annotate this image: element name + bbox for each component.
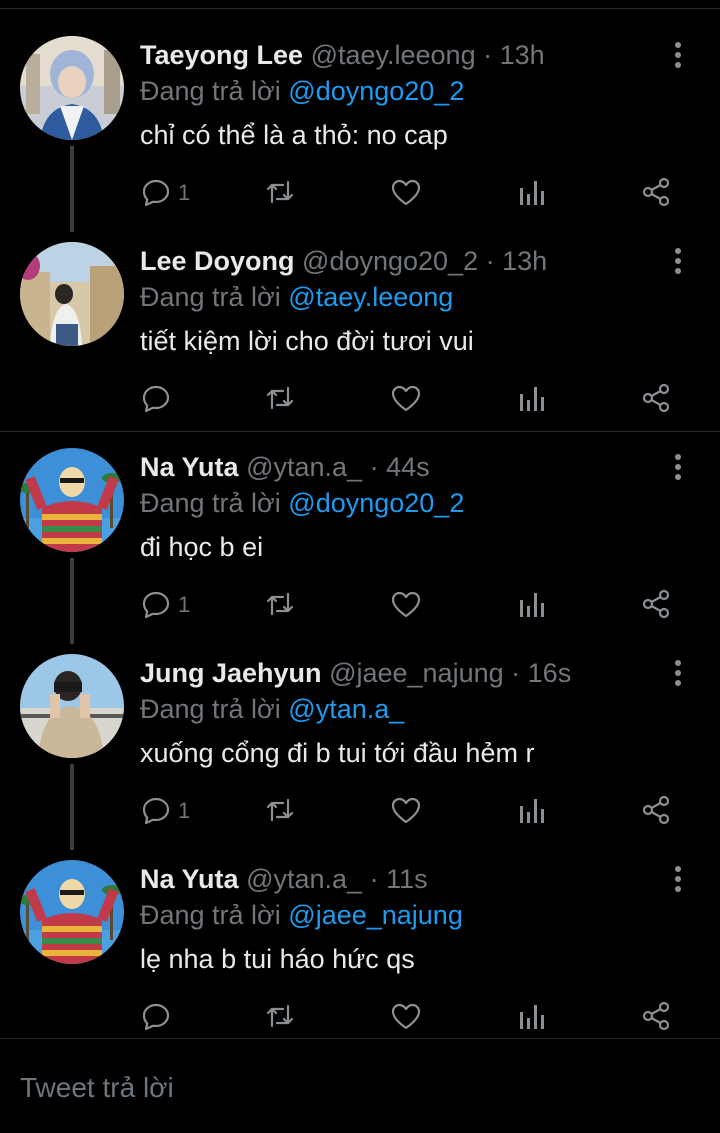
timestamp[interactable]: 13h — [502, 246, 547, 276]
share-icon — [642, 383, 670, 413]
replying-to-label: Đang trả lời — [140, 282, 281, 312]
tweet-text: tiết kiệm lời cho đời tươi vui — [140, 326, 474, 356]
display-name[interactable]: Na Yuta — [140, 864, 239, 894]
reply-icon — [142, 1003, 170, 1031]
display-name[interactable]: Jung Jaehyun — [140, 658, 322, 688]
like-button[interactable] — [390, 996, 430, 1036]
analytics-icon — [520, 799, 544, 823]
reply-count: 1 — [178, 180, 191, 205]
avatar[interactable] — [20, 448, 124, 552]
retweet-button[interactable] — [264, 996, 304, 1036]
tweet-header: Taeyong Lee @taey.leeong · 13h — [140, 40, 660, 74]
reply-count: 1 — [178, 592, 191, 617]
retweet-icon — [266, 180, 294, 204]
heart-icon — [391, 1003, 421, 1030]
share-icon — [642, 589, 670, 619]
mention-link[interactable]: @ytan.a_ — [288, 694, 404, 724]
tweet-header: Na Yuta @ytan.a_ · 11s — [140, 864, 660, 898]
reply-icon — [142, 797, 170, 825]
reply-count: 1 — [178, 798, 191, 823]
separator-dot: · — [369, 452, 379, 482]
avatar[interactable] — [20, 242, 124, 346]
retweet-icon — [266, 592, 294, 616]
mention-link[interactable]: @doyngo20_2 — [288, 76, 464, 106]
more-vertical-icon[interactable] — [668, 452, 688, 482]
retweet-icon — [266, 386, 294, 410]
retweet-icon — [266, 1004, 294, 1028]
reply-icon — [142, 179, 170, 207]
replying-to: Đang trả lời @doyngo20_2 — [140, 76, 464, 107]
reply-composer — [0, 1038, 720, 1133]
tweet-item[interactable]: Jung Jaehyun @jaee_najung · 16s Đang trả… — [0, 618, 720, 850]
share-icon — [642, 1001, 670, 1031]
display-name[interactable]: Na Yuta — [140, 452, 239, 482]
timestamp[interactable]: 44s — [386, 452, 430, 482]
more-vertical-icon[interactable] — [668, 658, 688, 688]
tweet-header: Na Yuta @ytan.a_ · 44s — [140, 452, 660, 486]
tweet-text: chỉ có thể là a thỏ: no cap — [140, 120, 448, 150]
avatar[interactable] — [20, 654, 124, 758]
reply-icon — [142, 591, 170, 619]
display-name[interactable]: Lee Doyong — [140, 246, 295, 276]
tweet-item[interactable]: Na Yuta @ytan.a_ · 44s Đang trả lời @doy… — [0, 412, 720, 644]
analytics-icon — [520, 181, 544, 205]
share-button[interactable] — [640, 996, 680, 1036]
heart-icon — [391, 591, 421, 618]
reply-input[interactable] — [18, 1067, 702, 1109]
timestamp[interactable]: 11s — [386, 864, 428, 894]
analytics-button[interactable] — [516, 996, 556, 1036]
mention-link[interactable]: @taey.leeong — [288, 282, 453, 312]
tweet-text: đi học b ei — [140, 532, 264, 562]
timestamp[interactable]: 13h — [500, 40, 545, 70]
separator-dot: · — [369, 864, 379, 894]
user-handle[interactable]: @ytan.a_ — [246, 452, 362, 482]
user-handle[interactable]: @ytan.a_ — [246, 864, 362, 894]
avatar[interactable] — [20, 36, 124, 140]
user-handle[interactable]: @doyngo20_2 — [302, 246, 478, 276]
replying-to-label: Đang trả lời — [140, 488, 281, 518]
replying-to: Đang trả lời @ytan.a_ — [140, 694, 404, 725]
replying-to-label: Đang trả lời — [140, 76, 281, 106]
tweet-header: Jung Jaehyun @jaee_najung · 16s — [140, 658, 660, 692]
more-vertical-icon[interactable] — [668, 864, 688, 894]
replying-to: Đang trả lời @taey.leeong — [140, 282, 453, 313]
tweet-item[interactable]: Na Yuta @ytan.a_ · 11s Đang trả lời @jae… — [0, 824, 720, 1031]
retweet-icon — [266, 798, 294, 822]
user-handle[interactable]: @taey.leeong — [311, 40, 476, 70]
avatar[interactable] — [20, 860, 124, 964]
separator-dot: · — [485, 246, 495, 276]
tweet-text: lẹ nha b tui háo hức qs — [140, 944, 415, 974]
user-handle[interactable]: @jaee_najung — [329, 658, 504, 688]
tweet-actions — [140, 996, 680, 1036]
more-vertical-icon[interactable] — [668, 40, 688, 70]
display-name[interactable]: Taeyong Lee — [140, 40, 303, 70]
replying-to: Đang trả lời @doyngo20_2 — [140, 488, 464, 519]
timestamp[interactable]: 16s — [528, 658, 572, 688]
tweet-text: xuống cổng đi b tui tới đầu hẻm r — [140, 738, 535, 768]
reply-icon — [142, 385, 170, 413]
heart-icon — [391, 385, 421, 412]
replying-to-label: Đang trả lời — [140, 694, 281, 724]
share-icon — [642, 177, 670, 207]
separator-dot: · — [483, 40, 493, 70]
replying-to-label: Đang trả lời — [140, 900, 281, 930]
heart-icon — [391, 797, 421, 824]
separator-dot: · — [511, 658, 521, 688]
heart-icon — [391, 179, 421, 206]
analytics-icon — [520, 1005, 544, 1029]
mention-link[interactable]: @doyngo20_2 — [288, 488, 464, 518]
reply-button[interactable] — [140, 996, 200, 1036]
tweet-item[interactable]: Lee Doyong @doyngo20_2 · 13h Đang trả lờ… — [0, 206, 720, 413]
tweet-item[interactable]: Taeyong Lee @taey.leeong · 13h Đang trả … — [0, 0, 720, 232]
tweet-header: Lee Doyong @doyngo20_2 · 13h — [140, 246, 660, 280]
mention-link[interactable]: @jaee_najung — [288, 900, 463, 930]
replying-to: Đang trả lời @jaee_najung — [140, 900, 463, 931]
share-icon — [642, 795, 670, 825]
more-vertical-icon[interactable] — [668, 246, 688, 276]
analytics-icon — [520, 593, 544, 617]
analytics-icon — [520, 387, 544, 411]
